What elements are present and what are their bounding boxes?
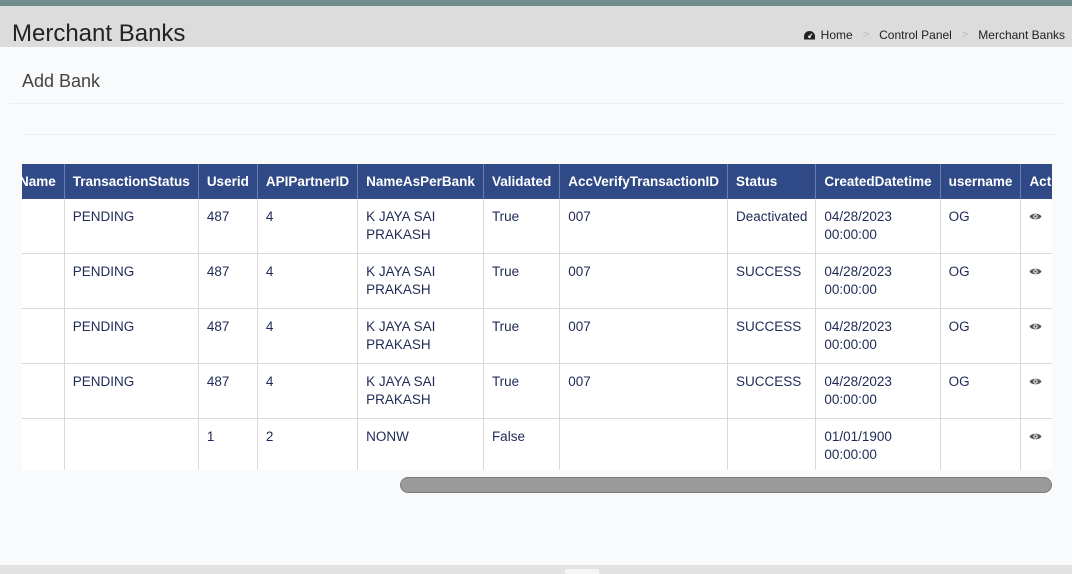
cell-validated: True [482, 199, 560, 254]
cell-username: OG [939, 199, 1021, 254]
cell-validated: False [482, 418, 560, 470]
eye-icon[interactable] [1029, 322, 1042, 331]
cell-name [22, 308, 65, 364]
column-header-userid[interactable]: Userid [197, 164, 258, 199]
breadcrumb: Home > Control Panel > Merchant Banks [803, 28, 1065, 42]
cell-transaction-status: PENDING [63, 363, 199, 419]
cell-name-as-per-bank: K JAYA SAI PRAKASH [357, 363, 484, 419]
cell-validated: True [482, 363, 560, 419]
cell-status [727, 418, 816, 470]
cell-action [1020, 308, 1052, 364]
cell-action [1020, 363, 1052, 419]
cell-userid: 487 [197, 308, 258, 364]
table-scroll-area[interactable]: Name TransactionStatus Userid APIPartner… [22, 164, 1052, 470]
cell-name [22, 199, 65, 254]
column-header-name[interactable]: Name [22, 164, 65, 199]
eye-icon[interactable] [1029, 267, 1042, 276]
divider [22, 134, 1056, 135]
table-row: PENDING 487 4 K JAYA SAI PRAKASH True 007 SUCC… [22, 308, 1052, 364]
cell-transaction-status [63, 418, 199, 470]
cell-status: Deactivated [727, 199, 816, 254]
cell-name-as-per-bank: K JAYA SAI PRAKASH [357, 308, 484, 364]
table-header-row: Name TransactionStatus Userid APIPartner… [22, 164, 1052, 199]
cell-transaction-status: PENDING [63, 308, 199, 364]
cell-name [22, 363, 65, 419]
page-title: Merchant Banks [12, 20, 186, 47]
cell-transaction-status: PENDING [63, 253, 199, 309]
cell-acc-verify-transaction-id: 007 [559, 253, 728, 309]
cell-userid: 1 [197, 418, 258, 470]
cell-acc-verify-transaction-id: 007 [559, 363, 728, 419]
cell-userid: 487 [197, 199, 258, 254]
cell-api-partner-id: 4 [256, 253, 358, 309]
breadcrumb-control-panel[interactable]: Control Panel [879, 28, 952, 42]
cell-name-as-per-bank: K JAYA SAI PRAKASH [357, 199, 484, 254]
column-header-status[interactable]: Status [727, 164, 816, 199]
cell-username: OG [939, 363, 1021, 419]
cell-validated: True [482, 308, 560, 364]
cell-action [1020, 253, 1052, 309]
cell-name-as-per-bank: K JAYA SAI PRAKASH [357, 253, 484, 309]
column-header-acc-verify-transaction-id[interactable]: AccVerifyTransactionID [559, 164, 728, 199]
dashboard-icon [803, 30, 815, 39]
cell-name-as-per-bank: NONW [357, 418, 484, 470]
cell-created-datetime: 04/28/2023 00:00:00 [815, 253, 941, 309]
column-header-created-datetime[interactable]: CreatedDatetime [815, 164, 941, 199]
cell-action [1020, 418, 1052, 470]
cell-status: SUCCESS [727, 363, 816, 419]
page-header: Merchant Banks Home > Control Panel > Me… [0, 6, 1072, 47]
cell-action [1020, 199, 1052, 254]
cell-userid: 487 [197, 363, 258, 419]
table-row: 1 2 NONW False 01/01/1900 00:00:00 [22, 418, 1052, 470]
cell-created-datetime: 01/01/1900 00:00:00 [815, 418, 941, 470]
cell-validated: True [482, 253, 560, 309]
cell-created-datetime: 04/28/2023 00:00:00 [815, 363, 941, 419]
main-content: Add Bank Name TransactionStatus Userid A… [0, 47, 1072, 565]
bottom-handle[interactable] [565, 569, 599, 574]
divider [10, 103, 1064, 104]
cell-name [22, 418, 65, 470]
breadcrumb-home[interactable]: Home [821, 28, 853, 42]
breadcrumb-current: Merchant Banks [978, 28, 1065, 42]
column-header-username[interactable]: username [939, 164, 1021, 199]
merchant-banks-table: Name TransactionStatus Userid APIPartner… [22, 164, 1052, 470]
breadcrumb-separator: > [961, 29, 969, 41]
cell-status: SUCCESS [727, 253, 816, 309]
eye-icon[interactable] [1029, 432, 1042, 441]
bottom-bar [0, 565, 1072, 574]
column-header-api-partner-id[interactable]: APIPartnerID [256, 164, 358, 199]
eye-icon[interactable] [1029, 377, 1042, 386]
cell-acc-verify-transaction-id [559, 418, 728, 470]
cell-api-partner-id: 2 [256, 418, 358, 470]
cell-username: OG [939, 253, 1021, 309]
cell-created-datetime: 04/28/2023 00:00:00 [815, 308, 941, 364]
column-header-transaction-status[interactable]: TransactionStatus [63, 164, 199, 199]
table-row: PENDING 487 4 K JAYA SAI PRAKASH True 007 SUCC… [22, 363, 1052, 419]
horizontal-scrollbar[interactable] [400, 477, 1052, 493]
cell-acc-verify-transaction-id: 007 [559, 308, 728, 364]
cell-username [939, 418, 1021, 470]
cell-name [22, 253, 65, 309]
cell-username: OG [939, 308, 1021, 364]
table-row: PENDING 487 4 K JAYA SAI PRAKASH True 007 SUCC… [22, 253, 1052, 309]
cell-created-datetime: 04/28/2023 00:00:00 [815, 199, 941, 254]
card-title: Add Bank [22, 71, 101, 91]
cell-api-partner-id: 4 [256, 308, 358, 364]
cell-userid: 487 [197, 253, 258, 309]
column-header-action[interactable]: Action [1020, 164, 1052, 199]
column-header-validated[interactable]: Validated [482, 164, 560, 199]
column-header-name-as-per-bank[interactable]: NameAsPerBank [357, 164, 484, 199]
breadcrumb-separator: > [862, 29, 870, 41]
cell-api-partner-id: 4 [256, 363, 358, 419]
cell-transaction-status: PENDING [63, 199, 199, 254]
cell-acc-verify-transaction-id: 007 [559, 199, 728, 254]
cell-api-partner-id: 4 [256, 199, 358, 254]
cell-status: SUCCESS [727, 308, 816, 364]
eye-icon[interactable] [1029, 212, 1042, 221]
table-row: PENDING 487 4 K JAYA SAI PRAKASH True 007 Deac… [22, 199, 1052, 254]
